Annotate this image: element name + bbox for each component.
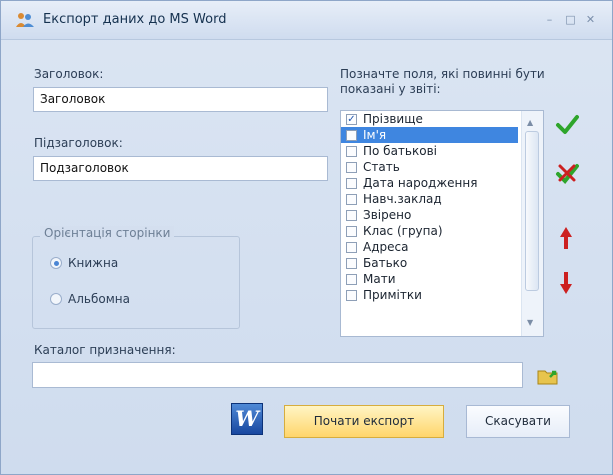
subheading-input[interactable]: Подзаголовок xyxy=(33,156,328,181)
field-item[interactable]: Навч.заклад xyxy=(341,191,543,207)
destination-label: Каталог призначення: xyxy=(34,343,176,357)
field-item[interactable]: Стать xyxy=(341,159,543,175)
field-label: Стать xyxy=(363,160,400,174)
field-label: Примітки xyxy=(363,288,422,302)
field-checkbox[interactable] xyxy=(346,209,357,221)
subheading-label: Підзаголовок: xyxy=(34,136,123,150)
orientation-group xyxy=(32,236,240,329)
landscape-radio[interactable] xyxy=(50,293,62,305)
portrait-option[interactable]: Книжна xyxy=(50,256,118,270)
export-dialog: Експорт даних до MS Word – □ ✕ Заголовок… xyxy=(0,0,613,475)
window-title: Експорт даних до MS Word xyxy=(43,12,227,27)
fields-listbox[interactable]: ✓ Прізвище Ім'я По батькові Стать Дата народж… xyxy=(340,110,544,337)
fields-scrollbar[interactable]: ▲ ▼ xyxy=(521,111,543,336)
field-label: Батько xyxy=(363,256,408,270)
scroll-down-icon[interactable]: ▼ xyxy=(527,318,533,327)
orientation-title: Орієнтація сторінки xyxy=(40,226,175,240)
field-label: Навч.заклад xyxy=(363,192,442,206)
field-checkbox[interactable] xyxy=(346,273,357,285)
field-item[interactable]: Примітки xyxy=(341,287,543,303)
move-down-arrow-icon[interactable] xyxy=(559,271,573,295)
close-button[interactable]: ✕ xyxy=(584,13,597,26)
field-label: Клас (група) xyxy=(363,224,443,238)
move-up-arrow-icon[interactable] xyxy=(559,226,573,250)
field-checkbox[interactable] xyxy=(346,129,357,141)
heading-label: Заголовок: xyxy=(34,67,104,81)
field-item[interactable]: Мати xyxy=(341,271,543,287)
field-label: Дата народження xyxy=(363,176,478,190)
scroll-thumb[interactable] xyxy=(525,131,539,291)
maximize-button[interactable]: □ xyxy=(564,13,577,26)
field-checkbox[interactable] xyxy=(346,225,357,237)
minimize-button[interactable]: – xyxy=(543,13,556,26)
field-item[interactable]: Адреса xyxy=(341,239,543,255)
cancel-button[interactable]: Скасувати xyxy=(466,405,570,438)
users-icon xyxy=(16,13,34,27)
field-item[interactable]: По батькові xyxy=(341,143,543,159)
field-label: Прізвище xyxy=(363,112,423,126)
field-checkbox[interactable] xyxy=(346,161,357,173)
field-item[interactable]: Звірено xyxy=(341,207,543,223)
field-label: Адреса xyxy=(363,240,409,254)
field-label: Звірено xyxy=(363,208,412,222)
field-checkbox[interactable]: ✓ xyxy=(346,113,357,125)
field-label: Мати xyxy=(363,272,396,286)
title-bar[interactable]: Експорт даних до MS Word – □ ✕ xyxy=(1,1,612,40)
browse-folder-icon[interactable] xyxy=(536,364,560,388)
field-item[interactable]: Дата народження xyxy=(341,175,543,191)
heading-input[interactable]: Заголовок xyxy=(33,87,328,112)
field-checkbox[interactable] xyxy=(346,145,357,157)
start-export-button[interactable]: Почати експорт xyxy=(284,405,444,438)
field-checkbox[interactable] xyxy=(346,241,357,253)
field-item[interactable]: Батько xyxy=(341,255,543,271)
destination-input[interactable] xyxy=(32,362,523,388)
field-label: По батькові xyxy=(363,144,437,158)
field-checkbox[interactable] xyxy=(346,289,357,301)
field-label: Ім'я xyxy=(363,128,387,142)
field-checkbox[interactable] xyxy=(346,257,357,269)
scroll-up-icon[interactable]: ▲ xyxy=(527,118,533,127)
portrait-radio[interactable] xyxy=(50,257,62,269)
field-checkbox[interactable] xyxy=(346,193,357,205)
select-all-check-icon[interactable] xyxy=(555,112,579,136)
field-checkbox[interactable] xyxy=(346,177,357,189)
landscape-option[interactable]: Альбомна xyxy=(50,292,130,306)
landscape-label: Альбомна xyxy=(68,292,130,306)
field-item[interactable]: Клас (група) xyxy=(341,223,543,239)
fields-list: ✓ Прізвище Ім'я По батькові Стать Дата народж… xyxy=(341,111,543,303)
portrait-label: Книжна xyxy=(68,256,119,270)
field-item[interactable]: ✓ Прізвище xyxy=(341,111,543,127)
ms-word-icon: W xyxy=(231,403,263,435)
field-item[interactable]: Ім'я xyxy=(341,127,518,143)
deselect-all-icon[interactable] xyxy=(555,161,579,185)
fields-label: Позначте поля, які повинні бути показані… xyxy=(340,67,545,96)
